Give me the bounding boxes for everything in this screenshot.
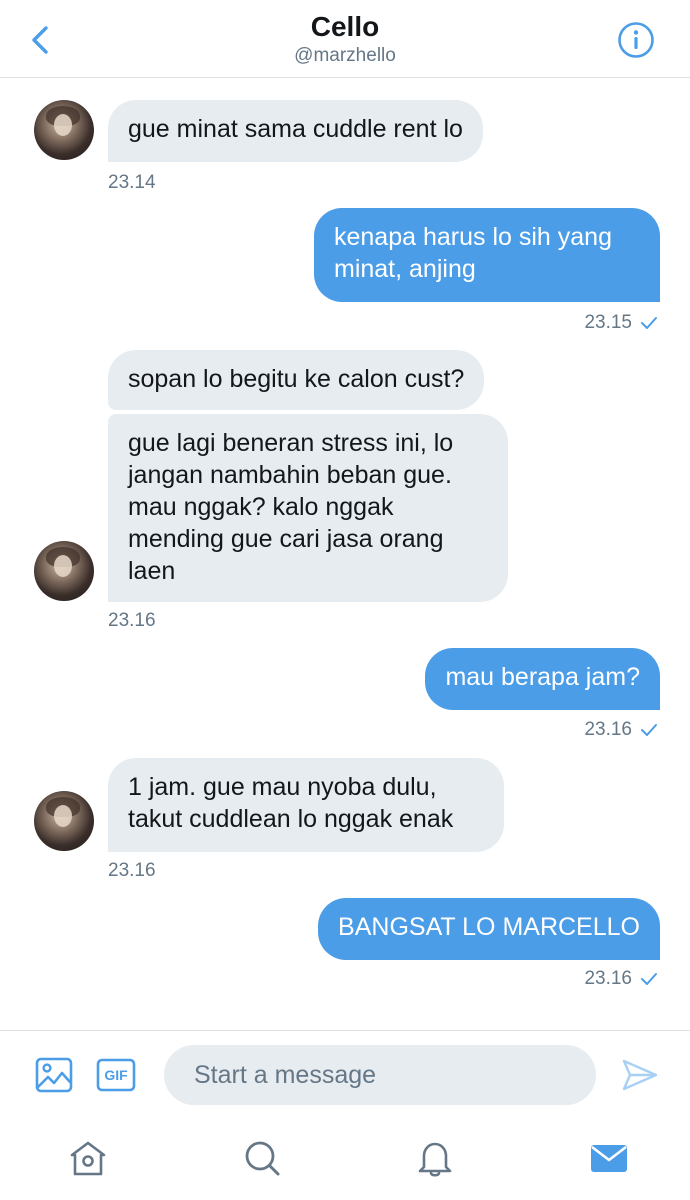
gif-label: GIF [104, 1067, 128, 1083]
tab-home[interactable] [68, 1138, 108, 1178]
read-check-icon [641, 724, 657, 736]
message-composer: GIF [0, 1030, 690, 1120]
incoming-message-bubble[interactable]: sopan lo begitu ke calon cust? [108, 350, 485, 410]
message-list[interactable]: gue minat sama cuddle rent lo 23.14 kena… [0, 78, 690, 1030]
info-icon [618, 22, 654, 58]
read-check-icon [641, 317, 657, 329]
bottom-tab-bar [0, 1120, 690, 1200]
message-timestamp: 23.16 [108, 860, 156, 881]
image-icon [35, 1057, 73, 1093]
outgoing-message-bubble[interactable]: kenapa harus lo sih yang minat, anjing [314, 208, 660, 302]
conversation-title: Cello [310, 11, 380, 42]
message-input[interactable] [164, 1045, 596, 1105]
message-timestamp: 23.16 [584, 719, 632, 740]
message-timestamp: 23.16 [584, 968, 632, 989]
message-status: 23.16 [584, 967, 658, 991]
message-timestamp: 23.14 [108, 172, 156, 193]
read-check-icon [641, 973, 657, 985]
info-button[interactable] [616, 20, 656, 60]
outgoing-message-bubble[interactable]: mau berapa jam? [425, 648, 660, 710]
avatar[interactable] [34, 100, 94, 160]
tab-notifications[interactable] [415, 1138, 455, 1178]
message-status: 23.15 [584, 311, 658, 335]
send-button[interactable] [620, 1055, 660, 1095]
incoming-message-bubble[interactable]: 1 jam. gue mau nyoba dulu, takut cuddlea… [108, 758, 504, 852]
add-gif-button[interactable]: GIF [96, 1058, 136, 1092]
send-icon [622, 1059, 658, 1091]
incoming-message-bubble[interactable]: gue lagi beneran stress ini, lo jangan n… [108, 414, 508, 602]
conversation-header: Cello @marzhello [0, 0, 690, 78]
conversation-handle: @marzhello [294, 45, 396, 66]
avatar[interactable] [34, 541, 94, 601]
outgoing-message-bubble[interactable]: BANGSAT LO MARCELLO [318, 898, 660, 960]
message-timestamp: 23.15 [584, 312, 632, 333]
tab-messages[interactable] [589, 1138, 629, 1178]
avatar[interactable] [34, 791, 94, 851]
message-status: 23.16 [584, 718, 658, 742]
search-icon [245, 1141, 280, 1176]
incoming-message-bubble[interactable]: gue minat sama cuddle rent lo [108, 100, 483, 162]
conversation-title-block[interactable]: Cello @marzhello [0, 10, 690, 68]
message-timestamp: 23.16 [108, 610, 156, 631]
bell-icon [418, 1142, 452, 1177]
home-icon [70, 1141, 106, 1176]
mail-icon [591, 1145, 627, 1172]
tab-search[interactable] [242, 1138, 282, 1178]
add-media-button[interactable] [35, 1056, 73, 1094]
